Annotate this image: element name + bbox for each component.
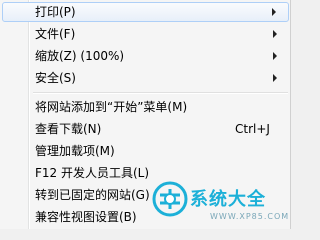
submenu-arrow-icon xyxy=(273,74,277,82)
submenu-arrow-icon xyxy=(272,8,276,16)
menu-item-file[interactable]: 文件(F) xyxy=(2,24,289,44)
watermark-title: 系统大全 xyxy=(190,189,266,210)
menu-item-label: 文件(F) xyxy=(35,27,76,41)
menu-item-label: 兼容性视图设置(B) xyxy=(35,210,137,224)
menu-item-f12-devtools[interactable]: F12 开发人员工具(L) xyxy=(2,163,289,183)
menu-item-label: 缩放(Z) (100%) xyxy=(35,49,125,63)
menu-item-print[interactable]: 打印(P) xyxy=(2,2,289,22)
menu-item-label: F12 开发人员工具(L) xyxy=(35,166,150,180)
menu-item-label: 将网站添加到“开始”菜单(M) xyxy=(35,100,188,114)
menu-item-label: 管理加载项(M) xyxy=(35,144,115,158)
watermark: 系统大全 WWW.XP85.COM xyxy=(152,181,292,229)
submenu-arrow-icon xyxy=(273,52,277,60)
menu-item-label: 打印(P) xyxy=(35,5,76,19)
submenu-arrow-icon xyxy=(273,30,277,38)
menu-item-manage-addons[interactable]: 管理加载项(M) xyxy=(2,141,289,161)
menu-item-label: 查看下载(N) xyxy=(35,122,102,136)
menu-item-add-site-to-start[interactable]: 将网站添加到“开始”菜单(M) xyxy=(2,97,289,117)
watermark-logo-icon xyxy=(152,181,188,217)
menu-item-security[interactable]: 安全(S) xyxy=(2,68,289,88)
menu-item-zoom[interactable]: 缩放(Z) (100%) xyxy=(2,46,289,66)
menu-separator xyxy=(33,92,288,94)
menu-item-shortcut: Ctrl+J xyxy=(235,122,270,136)
menu-item-label: 转到已固定的网站(G) xyxy=(35,188,150,202)
menu-item-view-downloads[interactable]: 查看下载(N) Ctrl+J xyxy=(2,119,289,139)
watermark-url: WWW.XP85.COM xyxy=(210,212,290,221)
menu-item-label: 安全(S) xyxy=(35,71,76,85)
